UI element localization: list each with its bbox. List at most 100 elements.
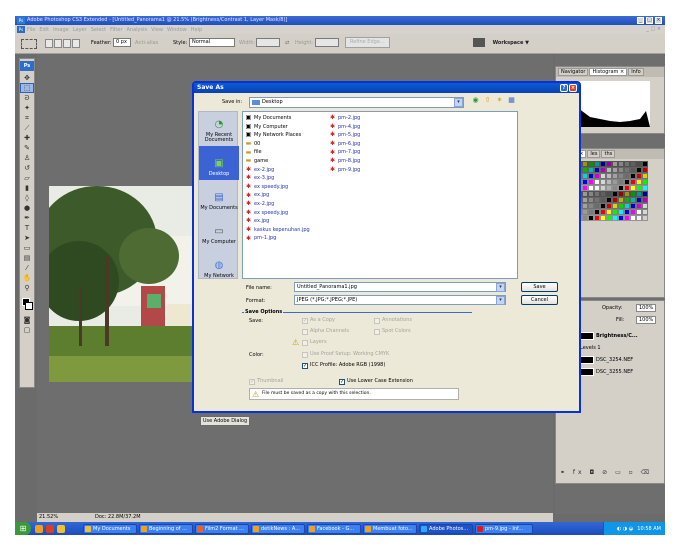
file-item[interactable]: ✱ pm-7.jpg <box>329 148 360 157</box>
file-item[interactable]: ✱ ex.jpg <box>245 191 310 200</box>
brush-tool-icon[interactable]: ✎ <box>20 143 34 153</box>
as-a-copy-checkbox[interactable]: ✓ As a Copy <box>302 317 335 324</box>
swatch[interactable] <box>642 215 648 221</box>
width-input[interactable] <box>256 38 280 47</box>
panorama-photo[interactable] <box>49 186 197 382</box>
app-icon[interactable] <box>46 524 54 533</box>
doc-window-controls[interactable]: _ □ × <box>646 26 661 32</box>
file-item[interactable]: ✱ pm-8.jpg <box>329 157 360 166</box>
refine-edge-button[interactable]: Refine Edge... <box>345 37 390 48</box>
style-select[interactable]: Normal <box>189 38 235 47</box>
notes-tool-icon[interactable]: ▤ <box>20 253 34 263</box>
taskbar-button[interactable]: Beginning of ... <box>139 523 193 534</box>
layer-row[interactable]: DSC_3254.NEF <box>580 355 633 366</box>
view-menu-icon[interactable]: ▦ <box>507 96 516 105</box>
file-list[interactable]: ▣ My Documents ▣ My Computer ▣ My Network Pla… <box>242 111 518 279</box>
lower-case-extension-checkbox[interactable]: ✓ Use Lower Case Extension <box>339 378 413 385</box>
background-color[interactable] <box>25 302 33 310</box>
file-item[interactable]: ✱ ex.jpg <box>245 217 310 226</box>
chevron-down-icon[interactable]: ▾ <box>496 296 505 305</box>
eyedropper-tool-icon[interactable]: ⁄ <box>20 263 34 273</box>
file-item[interactable]: ✱ ex speedy.jpg <box>245 209 310 218</box>
alpha-channels-checkbox[interactable]: Alpha Channels <box>302 328 349 335</box>
taskbar-button[interactable]: My Documents <box>83 523 137 534</box>
use-adobe-dialog-button[interactable]: Use Adobe Dialog <box>200 416 250 426</box>
spot-colors-checkbox[interactable]: Spot Colors <box>374 328 411 335</box>
layer-row[interactable]: Brightness/C... <box>580 331 638 342</box>
workspace-menu[interactable]: Workspace ▼ <box>493 40 529 46</box>
tab-histogram[interactable]: Histogram × <box>589 68 628 76</box>
taskbar-button[interactable]: Facebook - G... <box>307 523 361 534</box>
cancel-button[interactable]: Cancel <box>521 295 558 305</box>
tab-navigator[interactable]: Navigator <box>558 68 589 76</box>
file-item[interactable]: ✱ ex-3.jpg <box>245 174 310 183</box>
color-swatches[interactable] <box>20 297 34 315</box>
file-item[interactable]: ▣ My Computer <box>245 123 310 132</box>
menu-layer[interactable]: Layer <box>73 27 87 33</box>
crop-tool-icon[interactable]: ⌗ <box>20 113 34 123</box>
magic-wand-tool-icon[interactable]: ✦ <box>20 103 34 113</box>
tray-icons[interactable]: ◐ ◑ ◒ <box>617 526 633 532</box>
up-folder-icon[interactable]: ⇧ <box>483 96 492 105</box>
icc-profile-checkbox[interactable]: ✓ ICC Profile: Adobe RGB (1998) <box>302 362 385 369</box>
path-selection-icon[interactable]: ➤ <box>20 233 34 243</box>
close-button[interactable]: × <box>655 17 662 24</box>
swatch-grid[interactable] <box>576 161 654 221</box>
quick-mask-icon[interactable]: ◙ <box>20 315 34 325</box>
file-item[interactable]: ▬ game <box>245 157 310 166</box>
chevron-down-icon[interactable]: ▾ <box>454 98 463 107</box>
firefox-icon[interactable] <box>35 524 43 533</box>
healing-brush-icon[interactable]: ✚ <box>20 133 34 143</box>
folder-icon[interactable] <box>57 524 65 533</box>
dialog-help-button[interactable]: ? <box>560 84 568 92</box>
file-name-input[interactable]: Untitled_Panorama1.jpg ▾ <box>294 282 506 292</box>
use-proof-setup-checkbox[interactable]: Use Proof Setup: Working CMYK <box>302 351 389 358</box>
fill-input[interactable]: 100% <box>636 316 657 324</box>
menu-help[interactable]: Help <box>191 27 202 33</box>
back-icon[interactable]: ◉ <box>471 96 480 105</box>
type-tool-icon[interactable]: T <box>20 223 34 233</box>
file-item[interactable]: ✱ ex speedy.jpg <box>245 183 310 192</box>
history-brush-icon[interactable]: ↺ <box>20 163 34 173</box>
subtract-selection-icon[interactable] <box>63 39 71 48</box>
file-item[interactable]: ✱ ex-2.jpg <box>245 200 310 209</box>
file-item[interactable]: ▣ My Network Places <box>245 131 310 140</box>
start-button[interactable]: ⊞ <box>15 522 31 535</box>
palette-well-icon[interactable] <box>473 38 485 47</box>
save-button[interactable]: Save <box>521 282 558 292</box>
new-selection-icon[interactable] <box>45 39 53 48</box>
maximize-button[interactable]: □ <box>646 17 653 24</box>
slice-tool-icon[interactable]: ⟋ <box>20 123 34 133</box>
marquee-tool-icon[interactable]: ⬚ <box>20 83 34 93</box>
tab-info[interactable]: Info <box>628 68 644 76</box>
layer-action-icons[interactable]: ⚭ fx ◘ ⊘ ▭ ▫ ⌫ <box>560 469 652 476</box>
shape-tool-icon[interactable]: ▭ <box>20 243 34 253</box>
file-item[interactable]: ▬ file <box>245 148 310 157</box>
feather-input[interactable]: 0 px <box>113 38 131 47</box>
taskbar-button[interactable]: Membuat foto... <box>363 523 417 534</box>
antialias-checkbox[interactable]: Anti-alias <box>135 40 158 46</box>
lasso-tool-icon[interactable]: ᘐ <box>20 93 34 103</box>
clone-stamp-icon[interactable]: ♙ <box>20 153 34 163</box>
zoom-level[interactable]: 21.52% <box>39 513 58 522</box>
place-my-documents[interactable]: ▤ My Documents <box>199 180 239 214</box>
minimize-button[interactable]: _ <box>637 17 644 24</box>
layers-checkbox[interactable]: Layers <box>302 339 327 346</box>
gradient-tool-icon[interactable]: ▮ <box>20 183 34 193</box>
menu-window[interactable]: Window <box>167 27 187 33</box>
tab-styles[interactable]: les <box>587 150 601 158</box>
file-item[interactable]: ✱ ex-2.jpg <box>245 166 310 175</box>
menu-filter[interactable]: Filter <box>110 27 122 33</box>
annotations-checkbox[interactable]: Annotations <box>374 317 412 324</box>
blur-tool-icon[interactable]: ◊ <box>20 193 34 203</box>
taskbar-button[interactable]: Film2 Format ... <box>195 523 249 534</box>
menu-image[interactable]: Image <box>53 27 69 33</box>
pen-tool-icon[interactable]: ✒ <box>20 213 34 223</box>
file-item[interactable]: ✱ kaskus kepenuhan.jpg <box>245 226 310 235</box>
menu-view[interactable]: View <box>151 27 163 33</box>
file-item[interactable]: ▬ 00 <box>245 140 310 149</box>
menu-edit[interactable]: Edit <box>39 27 49 33</box>
place-my-network[interactable]: ◍ My Network <box>199 248 239 282</box>
place-my-computer[interactable]: ▭ My Computer <box>199 214 239 248</box>
file-item[interactable]: ▣ My Documents <box>245 114 310 123</box>
